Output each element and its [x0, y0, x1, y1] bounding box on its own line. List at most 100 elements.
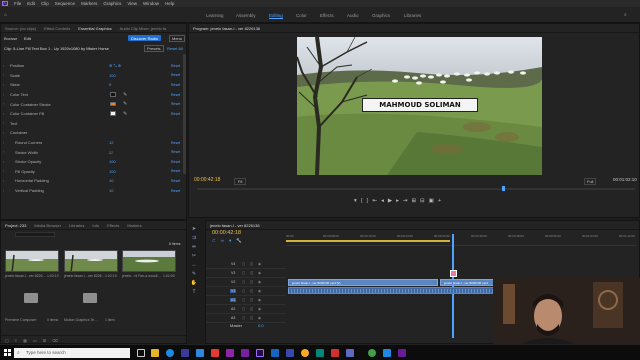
scrollbar[interactable]: [183, 54, 186, 174]
program-scrubber[interactable]: [197, 188, 635, 190]
param-value[interactable]: ☑: [109, 150, 113, 155]
workspace-editing[interactable]: Editing: [269, 13, 283, 19]
program-title[interactable]: Program: jenelo fasan-l - ver 8226136: [193, 26, 260, 31]
disclosure-triangle-icon[interactable]: ›: [3, 93, 4, 97]
sync-icon[interactable]: ◫: [250, 316, 253, 320]
reset-all-button[interactable]: Reset All: [167, 46, 183, 51]
resolution-dropdown[interactable]: Full: [584, 178, 597, 185]
marker-icon[interactable]: ▾: [354, 198, 357, 208]
app-icon-indigo[interactable]: [346, 349, 354, 357]
tab-source[interactable]: Source: (no clips): [5, 26, 36, 31]
insert-icon[interactable]: ⊞: [411, 198, 416, 208]
photoshop-icon[interactable]: [271, 349, 279, 357]
folder-icon[interactable]: [24, 293, 38, 303]
settings-icon[interactable]: 🔧: [236, 238, 242, 244]
slip-tool-icon[interactable]: ↔: [192, 262, 197, 268]
mark-out-icon[interactable]: }: [367, 198, 369, 208]
timeline-ruler[interactable]: 00:00 00:00:08:00 00:00:16:00 00:00:24:00 00…: [286, 232, 636, 246]
reset-button[interactable]: Reset: [171, 83, 180, 87]
lower-third-title[interactable]: MAHMOUD SOLIMAN: [362, 98, 478, 112]
app-icon-blue[interactable]: [286, 349, 294, 357]
discover-radio-button[interactable]: Discover Radio: [128, 35, 162, 41]
disclosure-triangle-icon[interactable]: ›: [3, 64, 4, 68]
store-icon[interactable]: [196, 349, 204, 357]
playhead-marker[interactable]: [450, 270, 457, 277]
lock-icon[interactable]: ▢: [242, 271, 245, 275]
disclosure-triangle-icon[interactable]: ›: [3, 141, 4, 145]
disclosure-triangle-icon[interactable]: ›: [3, 150, 4, 154]
eye-icon[interactable]: ◉: [258, 316, 261, 320]
reset-button[interactable]: Reset: [171, 189, 180, 193]
after-effects-icon[interactable]: [226, 349, 234, 357]
work-area-bar[interactable]: [286, 240, 450, 242]
tab-markers[interactable]: Markers: [127, 223, 141, 228]
workspace-graphics[interactable]: Graphics: [372, 13, 390, 18]
menu-edit[interactable]: Edit: [27, 1, 35, 6]
track-label[interactable]: V4: [230, 262, 236, 266]
eye-icon[interactable]: ◉: [258, 262, 261, 266]
param-value[interactable]: 100: [109, 159, 116, 164]
track-label[interactable]: A1: [230, 298, 237, 302]
sync-icon[interactable]: ◫: [250, 298, 253, 302]
workspace-assembly[interactable]: Assembly: [236, 13, 256, 18]
new-bin-icon[interactable]: ▭: [33, 338, 37, 343]
app-icon-darkred[interactable]: [331, 349, 339, 357]
param-value[interactable]: 100: [109, 73, 116, 78]
master-volume[interactable]: 0.0: [258, 323, 264, 328]
razor-tool-icon[interactable]: ✂: [192, 253, 196, 259]
sync-icon[interactable]: ◫: [250, 280, 253, 284]
browse-tab[interactable]: Browse: [4, 36, 17, 41]
track-label[interactable]: V2: [230, 280, 236, 284]
mark-in-icon[interactable]: {: [361, 198, 363, 208]
disclosure-triangle-icon[interactable]: ›: [3, 83, 4, 87]
linked-selection-icon[interactable]: ∞: [221, 238, 224, 244]
eyedropper-icon[interactable]: ✎: [123, 111, 127, 117]
app-icon-red[interactable]: [211, 349, 219, 357]
edge-icon[interactable]: [166, 349, 174, 357]
sync-icon[interactable]: ◫: [250, 262, 253, 266]
eye-icon[interactable]: ◉: [258, 289, 261, 293]
pen-tool-icon[interactable]: ✎: [192, 271, 196, 277]
track-select-icon[interactable]: ⇉: [192, 235, 196, 241]
app-icon-purple[interactable]: [398, 349, 406, 357]
video-clip[interactable]: jenelo fasan-l - ver 8226136.mp4 [V]: [288, 279, 438, 286]
color-swatch[interactable]: [110, 111, 116, 116]
program-timecode[interactable]: 00:00:42:18: [194, 177, 220, 183]
track-label[interactable]: A2: [230, 307, 236, 311]
param-value[interactable]: 12: [109, 140, 113, 145]
eye-icon[interactable]: ◉: [258, 280, 261, 284]
camera-icon[interactable]: ▣: [429, 198, 434, 208]
sync-icon[interactable]: ◫: [250, 289, 253, 293]
hand-tool-icon[interactable]: ✋: [191, 280, 197, 286]
selection-tool-icon[interactable]: ➤: [192, 226, 196, 232]
workspace-learning[interactable]: Learning: [206, 13, 224, 18]
tab-effect-controls[interactable]: Effect Controls: [44, 26, 70, 31]
search-icon[interactable]: ⌕: [624, 12, 627, 18]
play-icon[interactable]: ▶: [388, 198, 392, 208]
param-value[interactable]: ⊕ ⤡ ⊕: [109, 63, 121, 68]
new-item-icon[interactable]: ⊞: [43, 338, 46, 343]
lock-icon[interactable]: ▢: [242, 280, 245, 284]
lock-icon[interactable]: ▢: [242, 262, 245, 266]
menu-window[interactable]: Window: [143, 1, 159, 6]
disclosure-triangle-icon[interactable]: ›: [3, 73, 4, 77]
windows-start-icon[interactable]: [4, 349, 11, 356]
premiere-taskbar-icon[interactable]: [181, 349, 189, 357]
whatsapp-icon[interactable]: [368, 349, 376, 357]
workspace-color[interactable]: Color: [296, 13, 307, 18]
tab-essential-graphics[interactable]: Essential Graphics: [78, 26, 111, 31]
color-swatch[interactable]: [110, 92, 116, 97]
disclosure-triangle-icon[interactable]: ›: [3, 189, 4, 193]
tab-effects[interactable]: Effects: [107, 223, 119, 228]
reset-button[interactable]: Reset: [171, 150, 180, 154]
trash-icon[interactable]: ⌫: [52, 338, 58, 343]
tab-audio-clip-mixer[interactable]: Audio Clip Mixer: jenelo fa: [120, 26, 166, 31]
eyedropper-icon[interactable]: ✎: [123, 92, 127, 98]
project-thumbnail[interactable]: [5, 250, 59, 272]
eye-icon[interactable]: ◉: [258, 307, 261, 311]
menu-file[interactable]: File: [14, 1, 21, 6]
reset-button[interactable]: Reset: [171, 141, 180, 145]
type-tool-icon[interactable]: T: [192, 289, 195, 295]
menu-button[interactable]: Menu: [169, 35, 186, 42]
param-value[interactable]: 10: [109, 188, 113, 193]
